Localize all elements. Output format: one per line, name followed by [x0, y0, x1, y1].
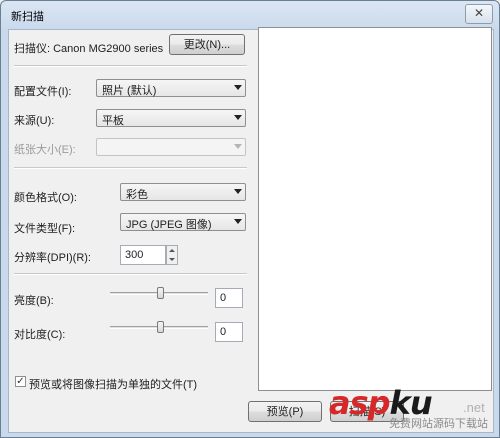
preview-pane	[258, 27, 492, 391]
dialog-body: 扫描仪: Canon MG2900 series 更改(N)... 配置文件(I…	[8, 27, 494, 433]
dropdown-arrow-icon	[234, 85, 242, 90]
separate-files-label: 预览或将图像扫描为单独的文件(T)	[29, 379, 198, 391]
check-icon: ✓	[16, 376, 25, 387]
file-type-select[interactable]: JPG (JPEG 图像)	[120, 213, 246, 231]
resolution-label: 分辨率(DPI)(R):	[14, 252, 91, 264]
profile-select[interactable]: 照片 (默认)	[96, 79, 246, 97]
separate-files-checkbox[interactable]: ✓	[15, 376, 26, 387]
brightness-slider-thumb[interactable]	[157, 287, 164, 299]
color-format-select[interactable]: 彩色	[120, 183, 246, 201]
paper-size-label: 纸张大小(E):	[14, 144, 76, 156]
brightness-label: 亮度(B):	[14, 295, 54, 307]
dropdown-arrow-icon	[234, 219, 242, 224]
color-format-value: 彩色	[126, 189, 148, 201]
resolution-spinner[interactable]	[166, 245, 178, 265]
dropdown-arrow-icon	[234, 115, 242, 120]
close-icon: ✕	[473, 6, 485, 20]
close-button[interactable]: ✕	[465, 4, 493, 24]
watermark-text-a: asp	[329, 384, 391, 422]
watermark-net: .net	[463, 400, 485, 415]
spin-up-icon[interactable]	[169, 249, 175, 252]
dropdown-arrow-icon	[234, 189, 242, 194]
separator	[14, 167, 247, 169]
profile-label: 配置文件(I):	[14, 86, 72, 98]
resolution-input[interactable]: 300	[120, 245, 166, 265]
window-title: 新扫描	[11, 11, 44, 23]
source-label: 来源(U):	[14, 115, 55, 127]
separator	[14, 65, 247, 67]
watermark-subtitle: 免费网站源码下载站	[389, 418, 488, 430]
scanner-label: 扫描仪: Canon MG2900 series	[14, 43, 164, 55]
contrast-label: 对比度(C):	[14, 329, 66, 341]
paper-size-select	[96, 138, 246, 156]
source-select[interactable]: 平板	[96, 109, 246, 127]
change-scanner-button[interactable]: 更改(N)...	[169, 34, 245, 55]
brightness-input[interactable]: 0	[215, 288, 243, 308]
source-value: 平板	[102, 115, 124, 127]
new-scan-dialog: 新扫描 ✕ 扫描仪: Canon MG2900 series 更改(N)... …	[0, 0, 500, 438]
contrast-input[interactable]: 0	[215, 322, 243, 342]
preview-button[interactable]: 预览(P)	[248, 401, 322, 422]
file-type-label: 文件类型(F):	[14, 223, 76, 235]
contrast-slider-thumb[interactable]	[157, 321, 164, 333]
title-bar: 新扫描 ✕	[1, 1, 499, 29]
separator	[14, 273, 247, 275]
spin-down-icon[interactable]	[169, 258, 175, 261]
dropdown-arrow-icon	[234, 144, 242, 149]
file-type-value: JPG (JPEG 图像)	[126, 219, 212, 231]
color-format-label: 颜色格式(O):	[14, 192, 77, 204]
profile-value: 照片 (默认)	[102, 85, 157, 97]
